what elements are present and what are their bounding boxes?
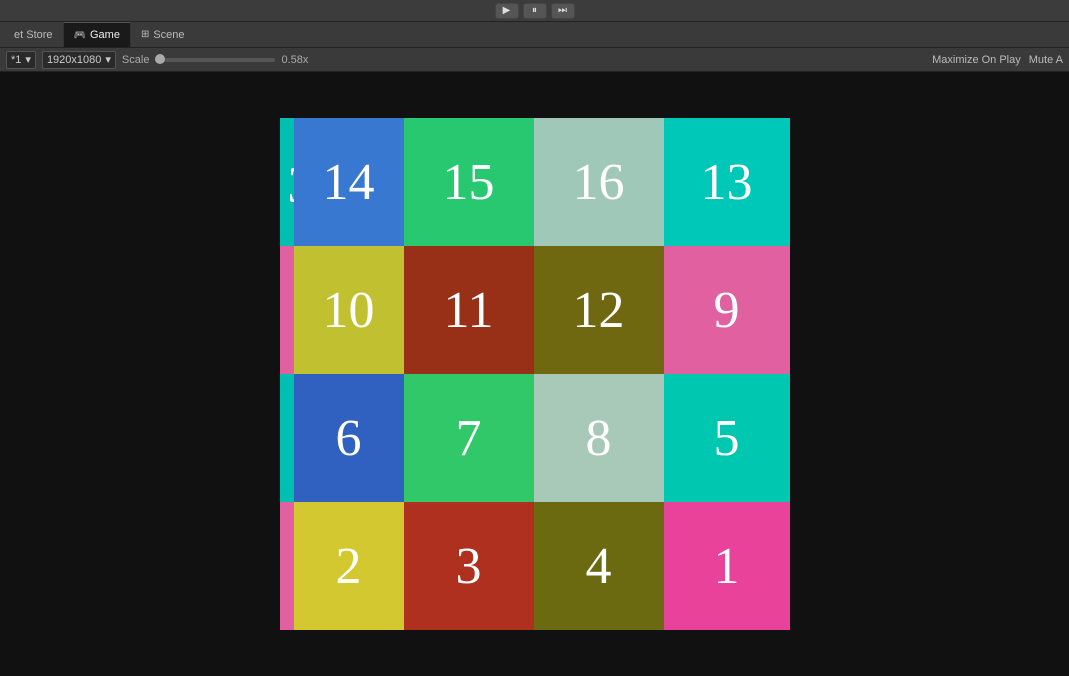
cell-5: 5 [664, 374, 790, 502]
tab-asset-store[interactable]: et Store [4, 22, 63, 47]
scale-thumb[interactable] [155, 54, 165, 64]
mute-audio[interactable]: Mute A [1029, 54, 1063, 66]
game-label: Game [90, 29, 120, 41]
cell-partial-r1: 3 [280, 118, 294, 246]
scale-value: 0.58x [281, 54, 308, 66]
cell-13: 13 [664, 118, 790, 246]
cell-9: 9 [664, 246, 790, 374]
cell-6: 6 [294, 374, 404, 502]
options-right: Maximize On Play Mute A [932, 54, 1063, 66]
cell-1: 1 [664, 502, 790, 630]
pause-button[interactable]: ⏸ [523, 3, 547, 19]
scene-label: Scene [153, 29, 184, 41]
top-toolbar: ▶ ⏸ ⏭ [0, 0, 1069, 22]
cell-16: 16 [534, 118, 664, 246]
cell-14: 14 [294, 118, 404, 246]
game-icon: 🎮 [74, 30, 86, 41]
cell-7: 7 [404, 374, 534, 502]
cell-4: 4 [534, 502, 664, 630]
game-viewport: 3 14 15 16 13 10 11 12 9 6 7 8 5 [280, 118, 790, 630]
display-select[interactable]: *1 ▾ [6, 51, 36, 69]
tab-bar: et Store 🎮 Game ⊞ Scene [0, 22, 1069, 48]
step-button[interactable]: ⏭ [551, 3, 575, 19]
scale-slider[interactable] [155, 58, 275, 62]
scale-label: Scale [122, 54, 150, 66]
asset-store-label: et Store [14, 29, 53, 41]
cell-partial-r3 [280, 374, 294, 502]
play-button[interactable]: ▶ [495, 3, 519, 19]
cell-partial-r4 [280, 502, 294, 630]
cell-11: 11 [404, 246, 534, 374]
main-area: 3 14 15 16 13 10 11 12 9 6 7 8 5 [0, 72, 1069, 676]
cell-12: 12 [534, 246, 664, 374]
cell-partial-r2 [280, 246, 294, 374]
cell-3: 3 [404, 502, 534, 630]
options-left: *1 ▾ 1920x1080 ▾ Scale 0.58x [6, 51, 924, 69]
cell-2: 2 [294, 502, 404, 630]
cell-10: 10 [294, 246, 404, 374]
cell-8: 8 [534, 374, 664, 502]
scene-icon: ⊞ [141, 29, 149, 40]
options-bar: *1 ▾ 1920x1080 ▾ Scale 0.58x Maximize On… [0, 48, 1069, 72]
tab-game[interactable]: 🎮 Game [63, 22, 131, 47]
tab-scene[interactable]: ⊞ Scene [131, 22, 195, 47]
maximize-on-play[interactable]: Maximize On Play [932, 54, 1021, 66]
resolution-select[interactable]: 1920x1080 ▾ [42, 51, 116, 69]
cell-15: 15 [404, 118, 534, 246]
